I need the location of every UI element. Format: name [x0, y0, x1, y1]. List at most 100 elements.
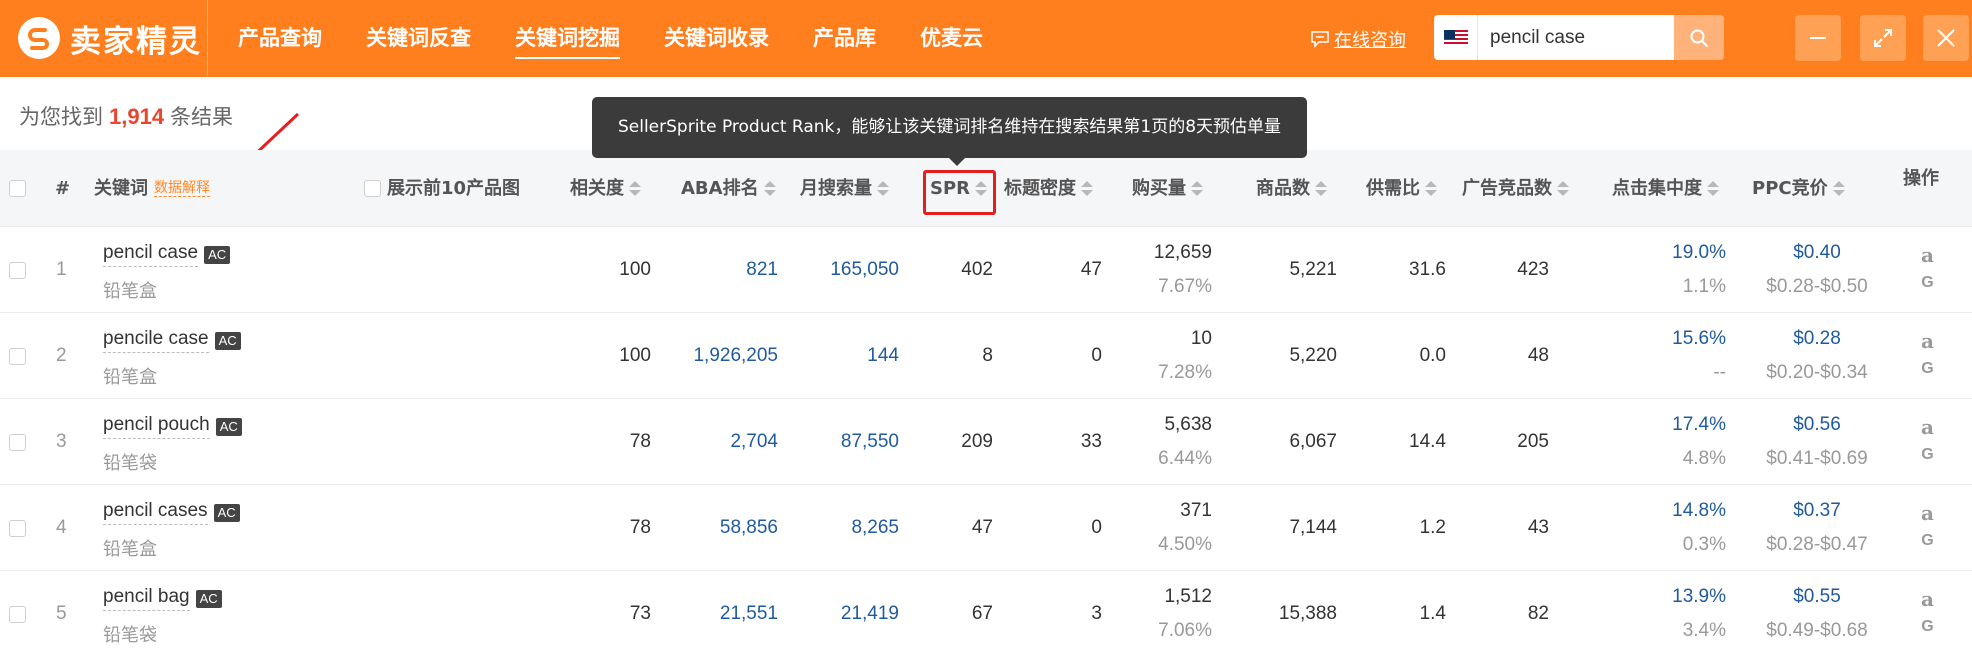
- online-consult-label: 在线咨询: [1334, 30, 1406, 51]
- google-icon[interactable]: G: [1921, 532, 1933, 550]
- row-checkbox[interactable]: [9, 520, 26, 537]
- column-aba-rank[interactable]: ABA排名: [681, 150, 776, 227]
- nav-item-product-library[interactable]: 产品库: [813, 0, 876, 77]
- nav-item-product-query[interactable]: 产品查询: [238, 0, 322, 77]
- sort-icon[interactable]: [1315, 181, 1327, 196]
- keyword-text[interactable]: pencile case: [103, 328, 209, 353]
- monthly-search-value[interactable]: 21,419: [841, 603, 899, 625]
- sort-icon[interactable]: [763, 181, 776, 196]
- column-ad-competitors[interactable]: 广告竞品数: [1462, 150, 1569, 227]
- monthly-search-value[interactable]: 165,050: [830, 259, 899, 281]
- amazon-icon[interactable]: a: [1921, 502, 1934, 524]
- column-products-label: 商品数: [1256, 178, 1310, 199]
- top-bar: 卖家精灵 产品查询 关键词反查 关键词挖掘 关键词收录 产品库 优麦云 在线咨询: [0, 0, 1972, 77]
- conversion-value: --: [1713, 362, 1726, 383]
- checkbox[interactable]: [364, 180, 381, 197]
- monthly-search-value[interactable]: 144: [867, 345, 899, 367]
- column-title-density[interactable]: 标题密度: [1004, 150, 1093, 227]
- keyword-text[interactable]: pencil pouch: [103, 414, 210, 439]
- select-all-checkbox[interactable]: [9, 150, 26, 227]
- keyword-text[interactable]: pencil case: [103, 242, 199, 267]
- nav-item-keyword-mining[interactable]: 关键词挖掘: [515, 0, 620, 77]
- click-concentration-value: 15.6%: [1672, 328, 1726, 349]
- logo[interactable]: 卖家精灵: [18, 13, 202, 63]
- google-icon[interactable]: G: [1921, 446, 1933, 464]
- sort-icon[interactable]: [1557, 181, 1569, 196]
- close-button[interactable]: [1923, 15, 1969, 61]
- sort-icon[interactable]: [1707, 181, 1719, 196]
- title-density-value: 0: [1091, 345, 1102, 366]
- row-checkbox[interactable]: [9, 348, 26, 365]
- search-button[interactable]: [1674, 15, 1724, 60]
- title-density-value: 0: [1091, 517, 1102, 538]
- row-checkbox[interactable]: [9, 434, 26, 451]
- relevance-value: 100: [619, 259, 651, 280]
- google-icon[interactable]: G: [1921, 360, 1933, 378]
- ppc-range-value: $0.20-$0.34: [1766, 362, 1868, 383]
- column-ppc[interactable]: PPC竞价: [1752, 150, 1845, 227]
- maximize-button[interactable]: [1860, 15, 1906, 61]
- column-monthly-search[interactable]: 月搜索量: [800, 150, 889, 227]
- keyword-cell[interactable]: pencil pouch AC: [103, 414, 242, 439]
- google-icon[interactable]: G: [1921, 274, 1933, 292]
- sort-icon[interactable]: [1425, 181, 1437, 196]
- sort-icon[interactable]: [629, 181, 641, 196]
- keyword-cell[interactable]: pencil cases AC: [103, 500, 240, 525]
- result-prefix: 为您找到: [19, 105, 103, 129]
- us-flag-icon[interactable]: [1434, 15, 1478, 60]
- column-products[interactable]: 商品数: [1256, 150, 1327, 227]
- keyword-text[interactable]: pencil bag: [103, 586, 190, 611]
- table-row[interactable]: 4 pencil cases AC 铅笔盒 78 58,856 8,265 47…: [0, 486, 1972, 571]
- amazon-icon[interactable]: a: [1921, 330, 1934, 352]
- search-input[interactable]: [1478, 15, 1668, 60]
- column-purchases[interactable]: 购买量: [1132, 150, 1203, 227]
- column-click-concentration-label: 点击集中度: [1612, 178, 1702, 199]
- keyword-cell[interactable]: pencil bag AC: [103, 586, 222, 611]
- table-row[interactable]: 3 pencil pouch AC 铅笔袋 78 2,704 87,550 20…: [0, 400, 1972, 485]
- column-click-concentration[interactable]: 点击集中度: [1612, 150, 1719, 227]
- sort-icon[interactable]: [1081, 181, 1093, 196]
- spr-value: 47: [971, 517, 993, 538]
- products-value: 5,220: [1289, 345, 1337, 366]
- amazon-icon[interactable]: a: [1921, 416, 1934, 438]
- column-relevance[interactable]: 相关度: [570, 150, 641, 227]
- checkbox[interactable]: [9, 180, 26, 197]
- aba-rank-value[interactable]: 1,926,205: [693, 345, 778, 367]
- nav-item-keyword-indexing[interactable]: 关键词收录: [664, 0, 769, 77]
- sort-icon[interactable]: [1832, 181, 1845, 196]
- column-supply-demand[interactable]: 供需比: [1366, 150, 1437, 227]
- row-actions: a G: [1921, 244, 1934, 292]
- row-checkbox[interactable]: [9, 262, 26, 279]
- spr-value: 402: [961, 259, 993, 280]
- online-consult-link[interactable]: 在线咨询: [1310, 26, 1406, 52]
- monthly-search-value[interactable]: 8,265: [851, 517, 899, 539]
- sort-icon[interactable]: [1191, 181, 1203, 196]
- data-explain-link[interactable]: 数据解释: [154, 180, 210, 197]
- nav-item-youmaiyun[interactable]: 优麦云: [920, 0, 983, 77]
- title-density-value: 33: [1080, 431, 1102, 452]
- ppc-range-value: $0.28-$0.47: [1766, 534, 1868, 555]
- keyword-cell[interactable]: pencil case AC: [103, 242, 231, 267]
- amazon-icon[interactable]: a: [1921, 244, 1934, 266]
- keyword-text[interactable]: pencil cases: [103, 500, 208, 525]
- row-index: 2: [56, 345, 67, 366]
- google-icon[interactable]: G: [1921, 618, 1933, 636]
- aba-rank-value[interactable]: 58,856: [720, 517, 778, 539]
- minimize-button[interactable]: [1795, 15, 1841, 61]
- table-row[interactable]: 2 pencile case AC 铅笔盒 100 1,926,205 144 …: [0, 314, 1972, 399]
- aba-rank-value[interactable]: 21,551: [720, 603, 778, 625]
- result-count: 1,914: [109, 104, 165, 129]
- row-checkbox[interactable]: [9, 606, 26, 623]
- aba-rank-value[interactable]: 821: [746, 259, 778, 281]
- nav-item-keyword-reverse[interactable]: 关键词反查: [366, 0, 471, 77]
- show-top10-toggle[interactable]: 展示前10产品图: [364, 150, 520, 227]
- keyword-cell[interactable]: pencile case AC: [103, 328, 241, 353]
- sort-icon[interactable]: [877, 181, 889, 196]
- amazon-icon[interactable]: a: [1921, 588, 1934, 610]
- monthly-search-value[interactable]: 87,550: [841, 431, 899, 453]
- aba-rank-value[interactable]: 2,704: [730, 431, 778, 453]
- spr-tooltip: SellerSprite Product Rank，能够让该关键词排名维持在搜索…: [592, 97, 1307, 166]
- table-row[interactable]: 5 pencil bag AC 铅笔袋 73 21,551 21,419 67 …: [0, 572, 1972, 650]
- table-row[interactable]: 1 pencil case AC 铅笔盒 100 821 165,050 402…: [0, 228, 1972, 313]
- ppc-value: $0.37: [1793, 500, 1841, 521]
